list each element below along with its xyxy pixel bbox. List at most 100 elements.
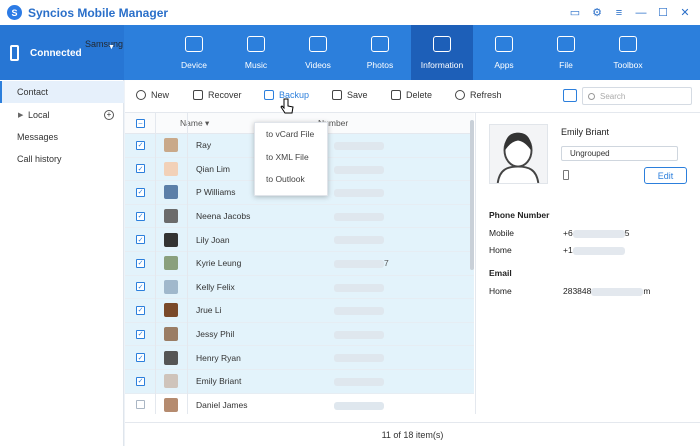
contact-thumbnail: [164, 138, 178, 153]
row-checkbox[interactable]: ✓: [136, 235, 145, 245]
minimize-icon[interactable]: —: [630, 2, 652, 24]
row-checkbox[interactable]: ✓: [136, 187, 145, 197]
nav-apps[interactable]: Apps: [473, 25, 535, 80]
contact-name-cell: Lily Joan: [196, 234, 230, 245]
menu-item-vcard[interactable]: to vCard File: [255, 123, 327, 146]
group-select[interactable]: Ungrouped: [561, 146, 678, 161]
app-title: Syncios Mobile Manager: [28, 5, 169, 20]
table-row[interactable]: Daniel James: [125, 394, 474, 415]
refresh-button[interactable]: Refresh: [455, 90, 502, 100]
nav-device[interactable]: Device: [163, 25, 225, 80]
contact-number-cell: [334, 235, 384, 245]
nav-photos[interactable]: Photos: [349, 25, 411, 80]
contact-thumbnail: [164, 232, 178, 247]
picture-icon: [371, 35, 389, 52]
table-row[interactable]: ✓ Lily Joan: [125, 228, 474, 252]
redacted-block: [591, 287, 644, 296]
chat-icon[interactable]: ▭: [564, 2, 586, 24]
home-value-start: +1: [563, 245, 573, 255]
contact-thumbnail: [164, 209, 178, 224]
apps-grid-icon: [495, 35, 513, 52]
search-icon: [588, 92, 595, 100]
column-divider: [155, 113, 156, 414]
home-icon: [185, 35, 203, 52]
contact-card-icon: [433, 35, 451, 52]
maximize-icon[interactable]: ☐: [652, 2, 674, 24]
row-checkbox[interactable]: ✓: [136, 329, 145, 339]
sidebar-item-label: Contact: [17, 87, 49, 97]
nav-information[interactable]: Information: [411, 25, 473, 80]
recover-button[interactable]: Recover: [193, 90, 242, 100]
recover-label: Recover: [208, 90, 242, 100]
contact-thumbnail: [164, 397, 178, 412]
redacted-block: [334, 260, 384, 269]
chevron-right-icon[interactable]: ▶: [18, 111, 23, 119]
nav-label: Photos: [366, 59, 394, 70]
menu-icon[interactable]: ≡: [608, 2, 630, 24]
new-button[interactable]: New: [136, 90, 169, 100]
table-row[interactable]: ✓ Neena Jacobs: [125, 204, 474, 229]
title-bar: S Syncios Mobile Manager ▭ ⚙ ≡ — ☐ ✕: [0, 0, 700, 25]
gear-icon[interactable]: ⚙: [586, 2, 608, 24]
sidebar-item-call-history[interactable]: Call history: [0, 148, 124, 170]
contact-number-cell: [334, 140, 384, 151]
row-checkbox[interactable]: ✓: [136, 305, 145, 315]
row-checkbox[interactable]: ✓: [136, 211, 145, 221]
contact-thumbnail: [164, 185, 178, 200]
row-checkbox[interactable]: ✓: [136, 258, 145, 268]
row-checkbox[interactable]: [136, 400, 145, 410]
nav-toolbox[interactable]: Toolbox: [597, 25, 659, 80]
nav-label: Music: [244, 59, 268, 70]
device-selector[interactable]: Samsung Connected ▼: [0, 25, 124, 80]
table-row[interactable]: ✓ Jrue Li: [125, 299, 474, 323]
contact-thumbnail: [164, 303, 178, 318]
table-row[interactable]: ✓ Jessy Phil: [125, 322, 474, 347]
edit-button[interactable]: Edit: [644, 167, 687, 184]
nav-label: Apps: [494, 59, 514, 70]
chevron-down-icon[interactable]: ▼: [108, 44, 115, 51]
menu-item-xml[interactable]: to XML File: [255, 146, 327, 169]
table-row[interactable]: ✓ Emily Briant: [125, 369, 474, 394]
delete-button[interactable]: Delete: [391, 90, 432, 100]
phone-icon: [10, 44, 19, 61]
sidebar-item-contact[interactable]: Contact: [0, 81, 124, 103]
select-all-checkbox[interactable]: –: [136, 118, 145, 128]
close-icon[interactable]: ✕: [674, 2, 696, 24]
table-scrollbar[interactable]: [470, 120, 474, 270]
table-row[interactable]: ✓ Kelly Felix: [125, 275, 474, 300]
contact-thumbnail: [164, 350, 178, 365]
row-checkbox[interactable]: ✓: [136, 282, 145, 292]
sidebar-item-messages[interactable]: Messages: [0, 126, 124, 148]
nav-label: File: [559, 59, 573, 70]
menu-item-outlook[interactable]: to Outlook: [255, 168, 327, 191]
toolbar: New Recover Backup Save Delete Refresh S…: [125, 80, 700, 113]
printer-icon[interactable]: [563, 89, 577, 102]
table-row[interactable]: ✓ Henry Ryan: [125, 346, 474, 370]
phone-section-title: Phone Number: [489, 210, 550, 220]
save-label: Save: [347, 90, 368, 100]
redacted-block: [334, 236, 384, 245]
search-input[interactable]: Search: [582, 87, 692, 105]
save-button[interactable]: Save: [332, 90, 368, 100]
contact-name-cell: Henry Ryan: [196, 352, 241, 363]
nav-file[interactable]: File: [535, 25, 597, 80]
row-checkbox[interactable]: ✓: [136, 164, 145, 174]
backup-dropdown-menu: to vCard File to XML File to Outlook: [254, 122, 328, 196]
search-placeholder: Search: [600, 91, 626, 101]
device-name: Samsung: [85, 39, 124, 49]
nav-music[interactable]: Music: [225, 25, 287, 80]
redacted-block: [334, 189, 384, 198]
contact-name: Emily Briant: [561, 127, 610, 137]
row-checkbox[interactable]: ✓: [136, 353, 145, 363]
sidebar-item-local[interactable]: ▶ Local +: [0, 104, 124, 126]
nav-videos[interactable]: Videos: [287, 25, 349, 80]
table-row[interactable]: ✓ Kyrie Leung 7: [125, 251, 474, 276]
contact-name-cell: Neena Jacobs: [196, 211, 251, 222]
row-checkbox[interactable]: ✓: [136, 376, 145, 386]
contact-thumbnail: [164, 327, 178, 342]
row-checkbox[interactable]: ✓: [136, 140, 145, 150]
phone-icon: [563, 170, 569, 180]
add-group-icon[interactable]: +: [104, 110, 114, 120]
contact-name-cell: Jessy Phil: [196, 329, 235, 340]
film-icon: [309, 35, 327, 52]
